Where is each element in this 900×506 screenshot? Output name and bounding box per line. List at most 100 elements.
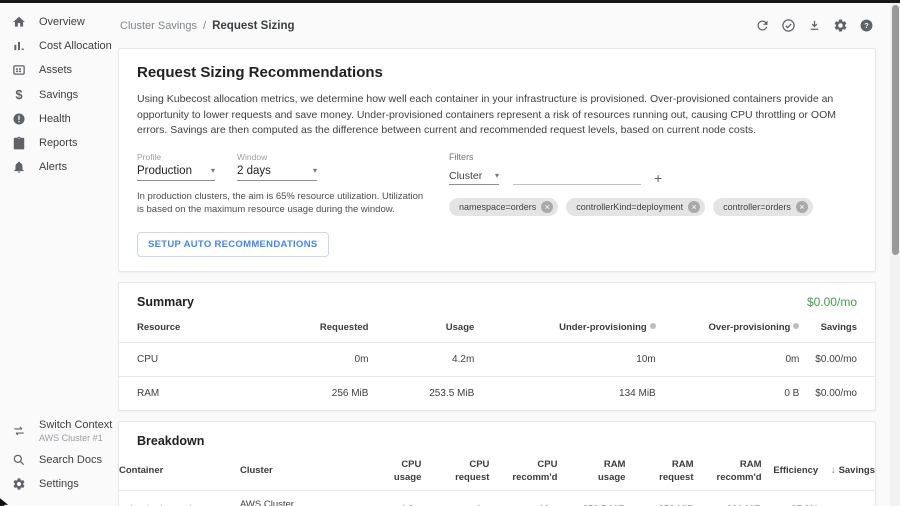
col-ram-request[interactable]: RAMrequest	[625, 452, 693, 491]
sidebar-item-health[interactable]: Health	[0, 107, 110, 131]
close-icon[interactable]: ×	[541, 201, 553, 213]
mouse-cursor	[0, 496, 13, 506]
help-icon: ?	[859, 18, 874, 33]
controls-row: Profile Production ▾ Window 2 days	[137, 152, 857, 217]
profile-helper-text: In production clusters, the aim is 65% r…	[137, 190, 429, 217]
bar-chart-icon	[12, 39, 26, 53]
page-description: Using Kubecost allocation metrics, we de…	[137, 92, 857, 139]
setup-auto-recommendations-button[interactable]: SETUP AUTO RECOMMENDATIONS	[137, 232, 329, 257]
chevron-down-icon: ▾	[211, 166, 215, 175]
top-black-bar	[0, 0, 900, 3]
clipboard-icon	[12, 136, 26, 150]
col-cpu-usage[interactable]: CPUusage	[353, 452, 421, 491]
col-savings-sorted[interactable]: ↓Savings	[818, 452, 875, 491]
check-circle-icon	[781, 18, 796, 33]
col-container[interactable]: Container	[119, 452, 240, 491]
sidebar-item-label: Search Docs	[39, 454, 102, 466]
help-button[interactable]: ?	[858, 18, 874, 34]
app-root: Overview Cost Allocation Assets $ Saving…	[0, 0, 900, 506]
summary-card: Summary $0.00/mo Resource Requested Usag…	[118, 282, 876, 411]
dollar-icon: $	[12, 87, 26, 102]
breakdown-table: Container Cluster CPUusage CPUrequest CP…	[119, 452, 875, 506]
chevron-down-icon: ▾	[313, 166, 317, 175]
sidebar-bottom: Switch Context AWS Cluster #1 Search Doc…	[0, 414, 110, 496]
window-select-group: Window 2 days ▾	[237, 152, 317, 181]
col-over-provisioning: Over-provisioning	[656, 313, 800, 343]
close-icon[interactable]: ×	[796, 201, 808, 213]
filters-label: Filters	[449, 152, 857, 162]
filter-type-select[interactable]: Cluster ▾	[449, 170, 499, 185]
profile-select[interactable]: Production ▾	[137, 165, 215, 181]
breadcrumb-current: Request Sizing	[212, 20, 294, 32]
table-row: RAM 256 MiB 253.5 MiB 134 MiB 0 B $0.00/…	[119, 376, 875, 410]
settings-button[interactable]	[832, 18, 848, 34]
container-cell: orders/orders:orders	[119, 490, 240, 506]
sidebar-item-savings[interactable]: $ Savings	[0, 82, 110, 107]
health-check-button[interactable]	[780, 18, 796, 34]
sidebar-item-alerts[interactable]: Alerts	[0, 155, 110, 179]
page-title: Request Sizing Recommendations	[137, 64, 857, 81]
health-alert-icon	[12, 112, 26, 126]
sidebar-item-label: Alerts	[39, 161, 67, 173]
search-icon	[12, 453, 26, 467]
filter-chip: controllerKind=deployment ×	[566, 198, 705, 216]
breadcrumb-separator: /	[203, 20, 206, 32]
sidebar-item-settings[interactable]: Settings	[0, 472, 110, 496]
scrollbar-track[interactable]	[890, 3, 900, 506]
col-cpu-recommended[interactable]: CPUrecomm'd	[489, 452, 557, 491]
sidebar-item-label: Settings	[39, 478, 79, 490]
col-cpu-request[interactable]: CPUrequest	[421, 452, 489, 491]
close-icon[interactable]: ×	[688, 201, 700, 213]
sidebar-item-label: Savings	[39, 89, 78, 101]
window-select[interactable]: 2 days ▾	[237, 165, 317, 181]
filter-value-input[interactable]	[513, 170, 641, 185]
filter-chip: controller=orders ×	[713, 198, 813, 216]
col-requested: Requested	[270, 313, 368, 343]
info-icon[interactable]	[793, 323, 799, 329]
sidebar-item-reports[interactable]: Reports	[0, 131, 110, 155]
sort-down-icon: ↓	[831, 465, 836, 476]
sidebar-item-label: Assets	[39, 64, 72, 76]
sidebar-item-label: Reports	[39, 137, 78, 149]
bell-icon	[12, 160, 26, 174]
col-ram-usage[interactable]: RAMusage	[557, 452, 625, 491]
scrollbar-thumb[interactable]	[892, 5, 899, 255]
col-under-provisioning: Under-provisioning	[474, 313, 655, 343]
assets-icon	[12, 63, 26, 77]
gear-icon	[12, 477, 26, 491]
sidebar-item-label: Health	[39, 113, 71, 125]
sidebar-item-switch-context[interactable]: Switch Context AWS Cluster #1	[0, 414, 110, 448]
cluster-cell: AWS Cluster #1/cluster-one	[240, 490, 353, 506]
breadcrumb-parent[interactable]: Cluster Savings	[120, 20, 197, 32]
summary-title: Summary	[137, 295, 194, 309]
home-icon	[12, 15, 26, 29]
chevron-down-icon: ▾	[495, 171, 499, 180]
download-icon	[807, 18, 822, 33]
add-filter-button[interactable]: +	[654, 171, 662, 185]
request-sizing-card: Request Sizing Recommendations Using Kub…	[118, 48, 876, 272]
col-savings: Savings	[799, 313, 875, 343]
sidebar-item-assets[interactable]: Assets	[0, 58, 110, 82]
sidebar: Overview Cost Allocation Assets $ Saving…	[0, 3, 110, 506]
sidebar-item-overview[interactable]: Overview	[0, 10, 110, 34]
sidebar-item-search-docs[interactable]: Search Docs	[0, 448, 110, 472]
topbar-actions: ?	[754, 18, 874, 34]
table-row: CPU 0m 4.2m 10m 0m $0.00/mo	[119, 342, 875, 376]
filter-chips: namespace=orders × controllerKind=deploy…	[449, 198, 857, 216]
window-label: Window	[237, 152, 317, 162]
profile-select-group: Profile Production ▾	[137, 152, 215, 181]
svg-text:?: ?	[864, 21, 869, 30]
download-button[interactable]	[806, 18, 822, 34]
sidebar-item-cost-allocation[interactable]: Cost Allocation	[0, 34, 110, 58]
col-cluster[interactable]: Cluster	[240, 452, 353, 491]
refresh-button[interactable]	[754, 18, 770, 34]
col-efficiency[interactable]: Efficiency	[762, 452, 819, 491]
col-resource: Resource	[119, 313, 270, 343]
summary-table: Resource Requested Usage Under-provision…	[119, 313, 875, 410]
info-icon[interactable]	[650, 323, 656, 329]
col-ram-recommended[interactable]: RAMrecomm'd	[694, 452, 762, 491]
current-cluster-label: AWS Cluster #1	[39, 433, 112, 443]
summary-total-savings: $0.00/mo	[807, 295, 857, 309]
table-row[interactable]: orders/orders:orders AWS Cluster #1/clus…	[119, 490, 875, 506]
swap-arrows-icon	[12, 424, 26, 438]
